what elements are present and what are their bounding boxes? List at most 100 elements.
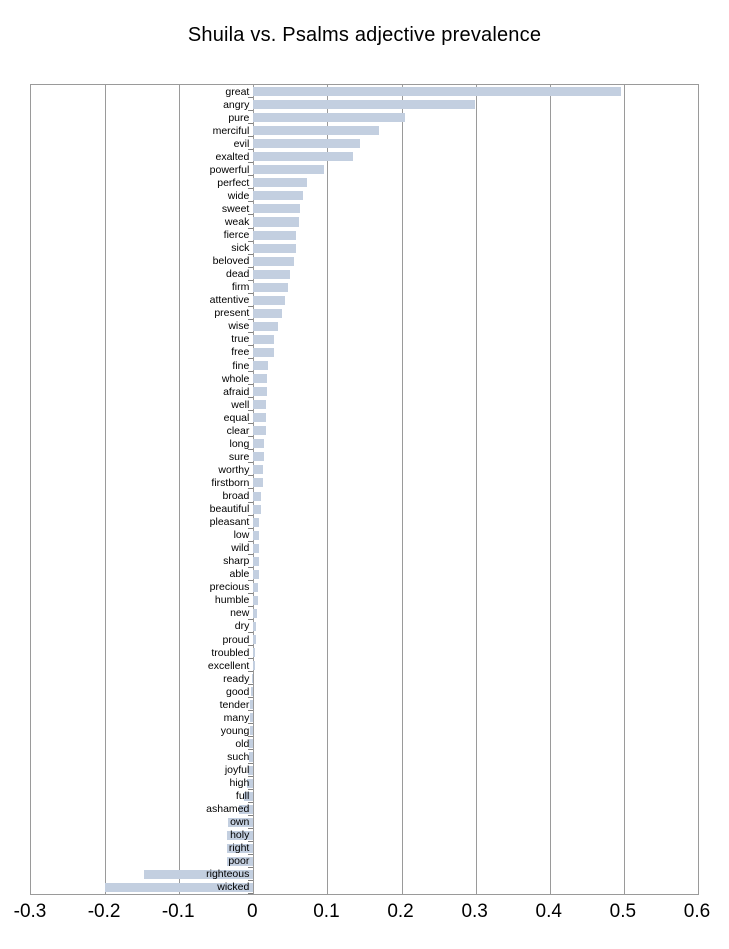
category-label-attentive: attentive	[209, 294, 250, 307]
category-label-broad: broad	[222, 490, 250, 503]
bar-row: wild	[31, 542, 698, 555]
bar-row: beloved	[31, 255, 698, 268]
bar-row: evil	[31, 137, 698, 151]
bar-wide	[253, 191, 303, 201]
bar-row: wicked	[31, 881, 698, 894]
chart-plot-area: great angry pure merciful evil exalted powerfu…	[30, 84, 699, 895]
bar-beloved	[253, 256, 295, 266]
bar-row: proud	[31, 633, 698, 647]
bar-true	[253, 334, 275, 344]
bar-powerful	[253, 165, 325, 175]
category-label-fierce: fierce	[223, 229, 250, 242]
bar-row: holy	[31, 829, 698, 842]
bar-able	[253, 569, 259, 579]
bar-clear	[253, 426, 266, 436]
bar-row: humble	[31, 594, 698, 607]
page-title: Shuila vs. Psalms adjective prevalence	[187, 24, 542, 46]
bar-row: sharp	[31, 555, 698, 568]
bar-perfect	[253, 178, 308, 188]
category-label-troubled: troubled	[211, 646, 250, 659]
bar-new	[253, 608, 258, 618]
bar-sick	[253, 243, 297, 253]
category-label-sick: sick	[231, 242, 250, 255]
bar-row: present	[31, 307, 698, 320]
category-label-right: right	[228, 842, 250, 855]
bar-present	[253, 308, 283, 318]
bar-row: young	[31, 724, 698, 738]
bar-row: firm	[31, 281, 698, 294]
bar-merciful	[253, 126, 379, 136]
bar-row: great	[31, 85, 698, 99]
bar-dead	[253, 269, 290, 279]
bar-fierce	[253, 230, 297, 240]
bar-row: true	[31, 333, 698, 346]
category-label-present: present	[214, 307, 250, 320]
bar-broad	[253, 491, 262, 501]
category-label-exalted: exalted	[215, 150, 250, 163]
bar-row: new	[31, 607, 698, 620]
bar-sure	[253, 452, 264, 462]
bar-row: whole	[31, 372, 698, 386]
bar-row: own	[31, 816, 698, 829]
category-label-humble: humble	[214, 594, 250, 607]
bar-row: many	[31, 711, 698, 725]
category-label-evil: evil	[233, 137, 250, 150]
bar-young	[249, 726, 254, 736]
x-tick-label-0.4: 0.4	[535, 901, 562, 922]
category-label-afraid: afraid	[223, 385, 250, 398]
bar-row: exalted	[31, 150, 698, 164]
category-label-true: true	[231, 333, 250, 346]
category-label-weak: weak	[224, 215, 250, 228]
bar-row: joyful	[31, 764, 698, 777]
bar-row: right	[31, 842, 698, 855]
bar-row: poor	[31, 855, 698, 868]
category-label-wide: wide	[227, 189, 250, 202]
bar-row: full	[31, 790, 698, 803]
bar-well	[253, 400, 266, 410]
bar-precious	[253, 582, 258, 592]
bar-evil	[253, 139, 361, 149]
bar-row: tender	[31, 698, 698, 712]
bar-troubled	[253, 648, 255, 658]
bar-whole	[253, 374, 267, 384]
bar-row: wise	[31, 320, 698, 333]
bar-row: excellent	[31, 659, 698, 673]
category-label-free: free	[231, 346, 250, 359]
bar-fine	[253, 361, 269, 371]
bar-row: fine	[31, 359, 698, 373]
category-label-pleasant: pleasant	[209, 516, 250, 529]
category-label-old: old	[235, 737, 250, 750]
category-label-wild: wild	[231, 542, 250, 555]
category-label-beloved: beloved	[212, 255, 250, 268]
bar-row: old	[31, 737, 698, 751]
bar-row: fierce	[31, 229, 698, 242]
bar-row: clear	[31, 424, 698, 438]
bar-afraid	[253, 387, 267, 397]
bar-row: broad	[31, 490, 698, 503]
category-label-many: many	[223, 711, 250, 724]
category-label-ashamed: ashamed	[206, 803, 250, 816]
bar-row: sick	[31, 242, 698, 255]
bar-firstborn	[253, 478, 263, 488]
category-label-wise: wise	[228, 320, 250, 333]
bar-row: perfect	[31, 176, 698, 190]
category-label-righteous: righteous	[206, 868, 250, 881]
category-label-firstborn: firstborn	[211, 476, 250, 489]
category-label-new: new	[230, 607, 250, 620]
bar-row: free	[31, 346, 698, 359]
category-label-long: long	[229, 437, 250, 450]
category-label-holy: holy	[230, 829, 250, 842]
bar-worthy	[253, 465, 263, 475]
bar-old	[248, 739, 254, 749]
x-tick-label-0.6: 0.6	[683, 901, 711, 922]
bar-row: precious	[31, 581, 698, 594]
category-label-poor: poor	[228, 855, 250, 868]
bar-row: troubled	[31, 646, 698, 660]
bar-low	[253, 530, 259, 540]
x-tick-label-0.1: 0.1	[313, 901, 340, 922]
category-label-good: good	[225, 685, 250, 698]
category-label-joyful: joyful	[224, 764, 250, 777]
x-tick-label-0.2: 0.2	[387, 901, 414, 922]
bar-row: sure	[31, 450, 698, 464]
bar-row: such	[31, 750, 698, 764]
